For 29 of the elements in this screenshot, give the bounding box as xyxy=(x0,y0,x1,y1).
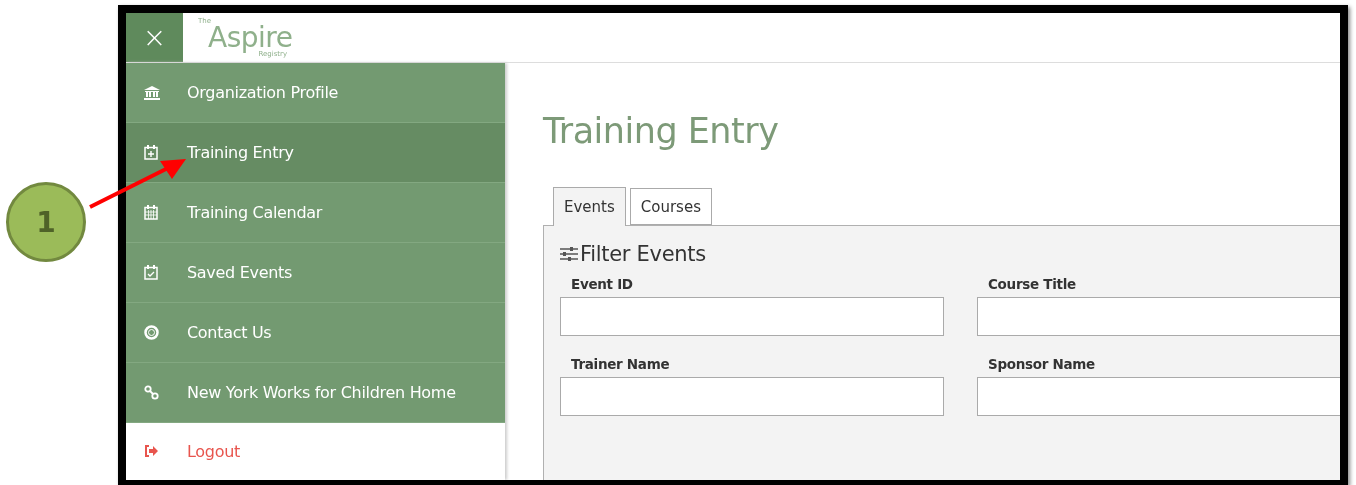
filter-title: Filter Events xyxy=(580,242,706,266)
calendar-check-icon xyxy=(144,265,158,280)
sidebar-item[interactable]: Training Entry xyxy=(126,123,505,183)
input-field[interactable] xyxy=(977,377,1340,416)
bank-icon xyxy=(144,85,160,100)
input-field[interactable] xyxy=(560,297,944,336)
sliders-icon xyxy=(560,246,578,262)
sidebar-item[interactable]: New York Works for Children Home xyxy=(126,363,505,423)
sidebar-item[interactable]: Contact Us xyxy=(126,303,505,363)
page-title: Training Entry xyxy=(543,111,780,151)
calendar-plus-icon xyxy=(144,145,158,160)
callout-badge: 1 xyxy=(6,182,86,262)
sidebar-item[interactable]: Training Calendar xyxy=(126,183,505,243)
link-icon xyxy=(144,385,159,400)
field-label: Course Title xyxy=(988,276,1077,292)
sidebar-item[interactable]: Logout xyxy=(126,423,505,479)
sign-out-icon xyxy=(144,445,158,457)
life-ring-icon xyxy=(144,325,159,340)
calendar-icon xyxy=(144,205,158,220)
tab[interactable]: Courses xyxy=(629,188,712,225)
tab[interactable]: Events xyxy=(553,187,626,226)
field-label: Trainer Name xyxy=(571,356,671,372)
input-field[interactable] xyxy=(560,377,944,416)
field-label: Sponsor Name xyxy=(988,356,1096,372)
field-label: Event ID xyxy=(571,276,634,292)
input-field[interactable] xyxy=(977,297,1340,336)
sidebar-item[interactable]: Organization Profile xyxy=(126,63,505,123)
sidebar-item[interactable]: Saved Events xyxy=(126,243,505,303)
close-button[interactable]: × xyxy=(126,13,183,62)
